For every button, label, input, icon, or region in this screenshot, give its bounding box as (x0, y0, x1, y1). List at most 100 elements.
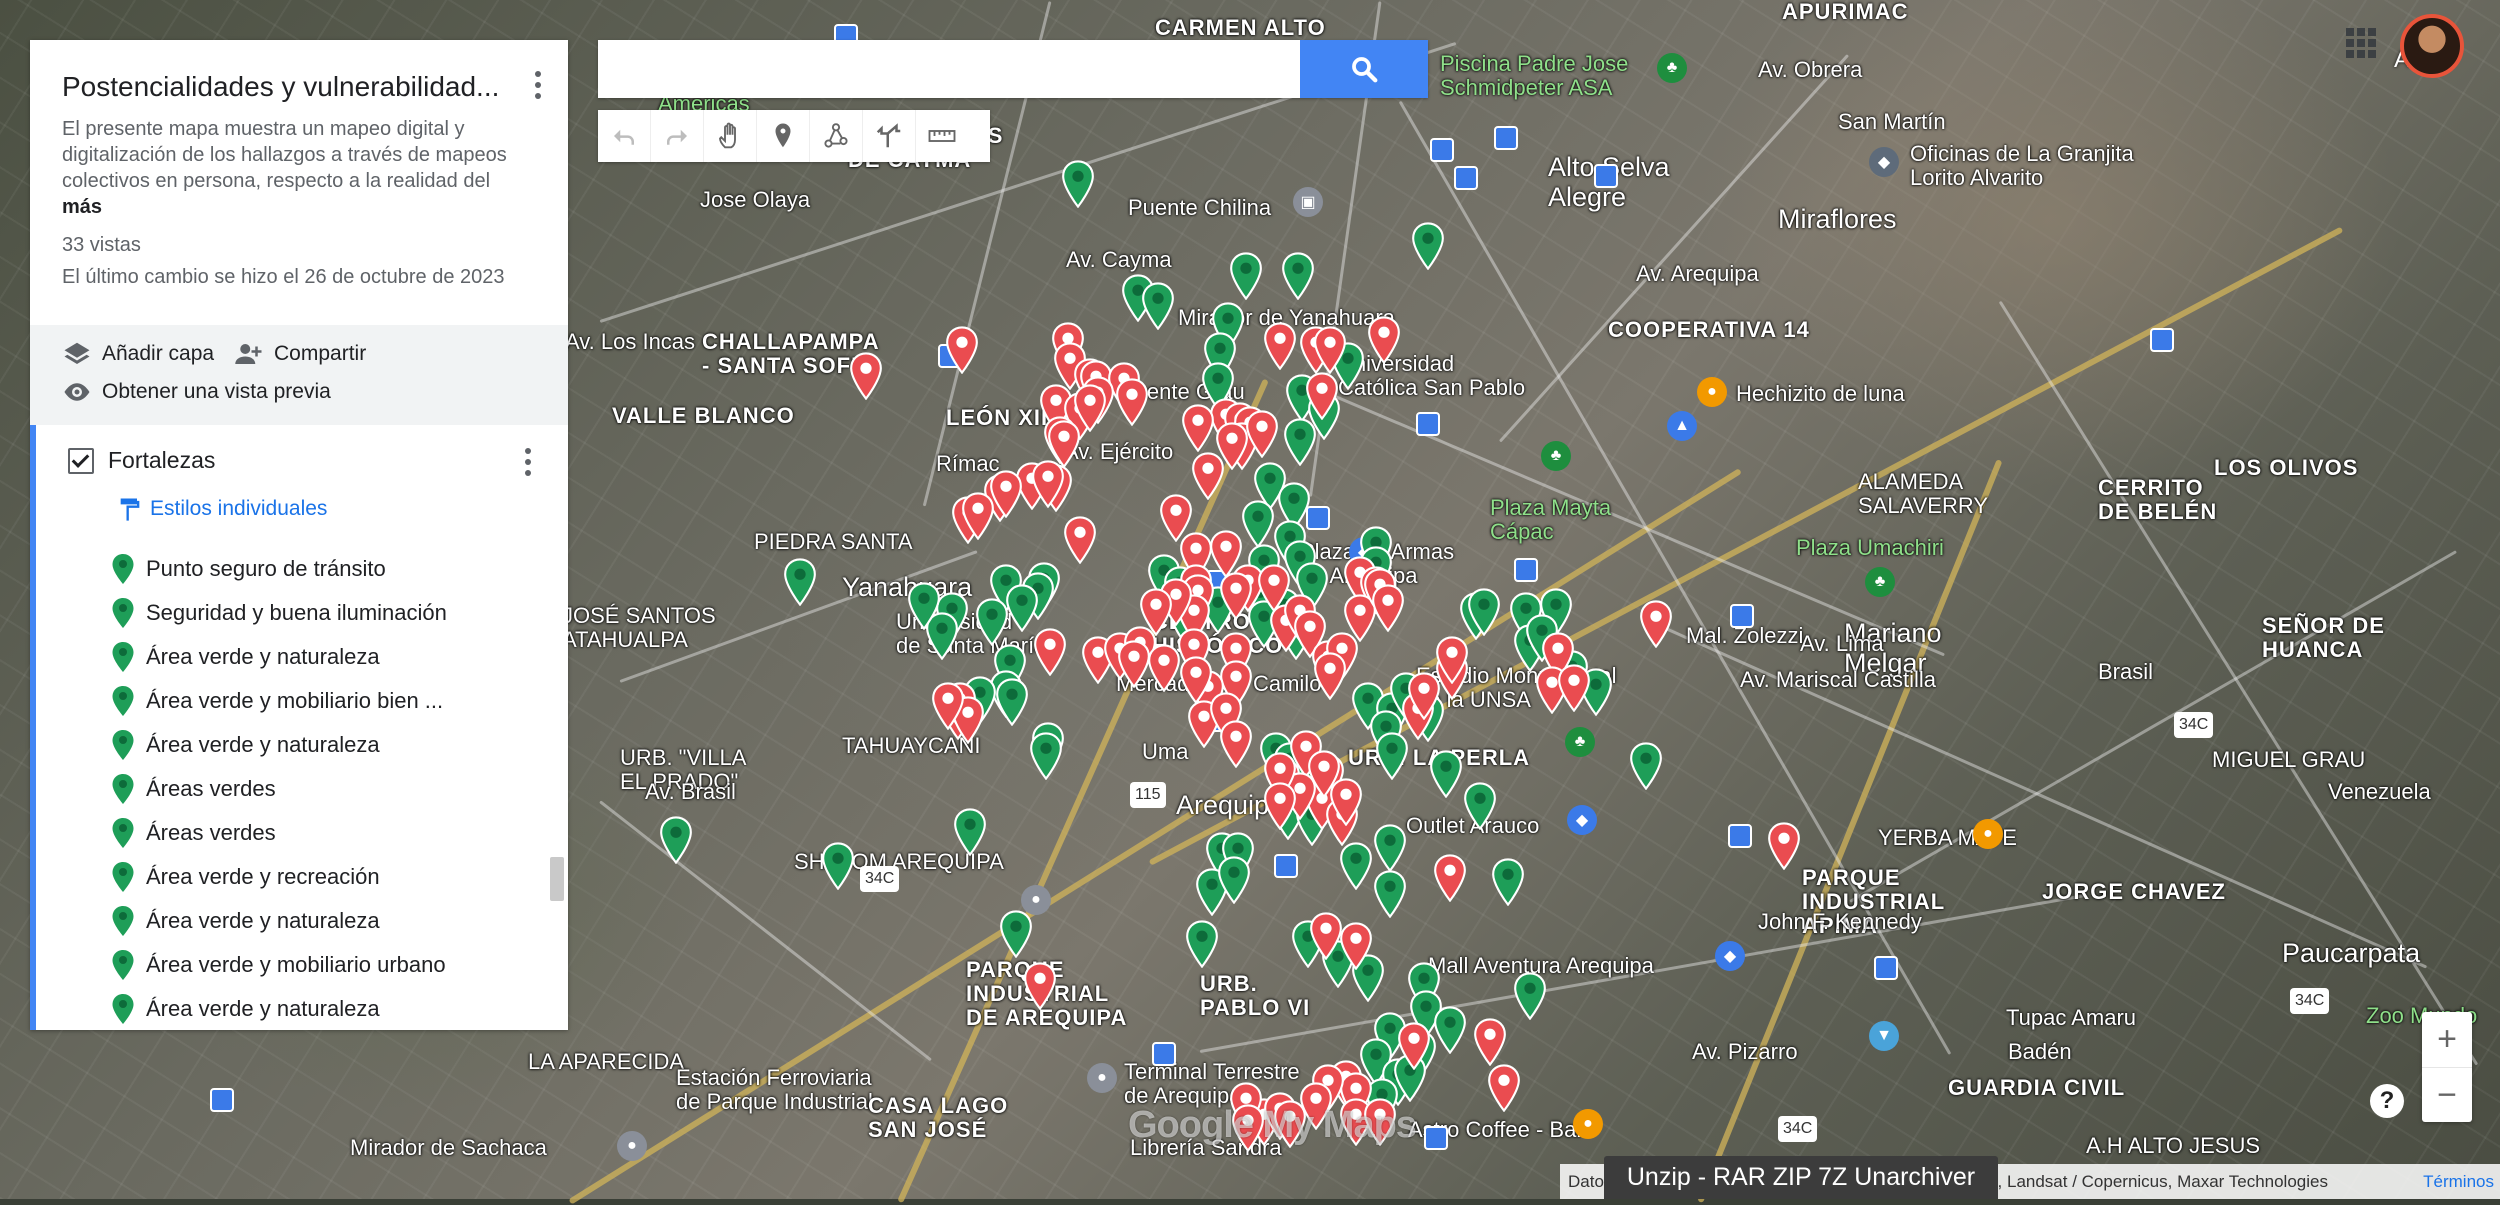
directions-button[interactable] (863, 110, 916, 162)
vulnerability-marker[interactable] (945, 326, 979, 374)
map-poi-icon[interactable]: ♣ (1657, 53, 1687, 83)
strength-marker[interactable] (1005, 584, 1039, 632)
vulnerability-marker[interactable] (1245, 410, 1279, 458)
map-poi-icon[interactable]: ▼ (1869, 1021, 1899, 1051)
layer-feature-item[interactable]: Área verde y naturaleza (110, 635, 447, 679)
vulnerability-marker[interactable] (1063, 516, 1097, 564)
layer-feature-item[interactable]: Área verde y mobiliario urbano (110, 943, 447, 987)
strength-marker[interactable] (907, 582, 941, 630)
measure-button[interactable] (916, 110, 968, 162)
layer-feature-item[interactable]: Seguridad y buena iluminación (110, 591, 447, 635)
map-poi-icon[interactable]: ● (1087, 1063, 1117, 1093)
layer-name[interactable]: Fortalezas (108, 447, 215, 474)
pan-hand-button[interactable] (704, 110, 757, 162)
vulnerability-marker[interactable] (931, 682, 965, 730)
layer-feature-item[interactable]: Punto seguro de tránsito (110, 547, 447, 591)
layer-feature-item[interactable]: Área verde y mobiliario bien ... (110, 679, 447, 723)
map-poi-icon[interactable]: ◆ (1715, 941, 1745, 971)
vulnerability-marker[interactable] (1191, 452, 1225, 500)
vulnerability-marker[interactable] (1639, 600, 1673, 648)
vulnerability-marker[interactable] (1371, 584, 1405, 632)
layer-feature-item[interactable]: Área verde y naturaleza (110, 987, 447, 1030)
zoom-in-button[interactable]: + (2422, 1012, 2472, 1068)
vulnerability-marker[interactable] (1305, 372, 1339, 420)
strength-marker[interactable] (1061, 160, 1095, 208)
strength-marker[interactable] (1241, 500, 1275, 548)
vulnerability-marker[interactable] (1397, 1022, 1431, 1070)
vulnerability-marker[interactable] (1407, 672, 1441, 720)
strength-marker[interactable] (1491, 858, 1525, 906)
vulnerability-marker[interactable] (1179, 656, 1213, 704)
help-button[interactable]: ? (2370, 1084, 2404, 1118)
vulnerability-marker[interactable] (1313, 326, 1347, 374)
add-layer-button[interactable]: Añadir capa (62, 339, 214, 369)
strength-marker[interactable] (1217, 856, 1251, 904)
strength-marker[interactable] (1141, 282, 1175, 330)
read-more-link[interactable]: más (62, 194, 542, 220)
layer-feature-item[interactable]: Áreas verdes (110, 767, 447, 811)
vulnerability-marker[interactable] (1367, 316, 1401, 364)
layer-feature-item[interactable]: Área verde y naturaleza (110, 899, 447, 943)
vulnerability-marker[interactable] (1115, 378, 1149, 426)
strength-marker[interactable] (1433, 1006, 1467, 1054)
strength-marker[interactable] (1029, 732, 1063, 780)
vulnerability-marker[interactable] (1023, 962, 1057, 1010)
vulnerability-marker[interactable] (1557, 664, 1591, 712)
map-poi-icon[interactable]: ♣ (1565, 727, 1595, 757)
strength-marker[interactable] (821, 842, 855, 890)
layer-feature-item[interactable]: Área verde y recreación (110, 855, 447, 899)
strength-marker[interactable] (659, 816, 693, 864)
vulnerability-marker[interactable] (1433, 854, 1467, 902)
strength-marker[interactable] (783, 558, 817, 606)
vulnerability-marker[interactable] (1219, 720, 1253, 768)
vulnerability-marker[interactable] (1073, 384, 1107, 432)
map-poi-icon[interactable]: ● (1697, 377, 1727, 407)
undo-button[interactable] (598, 110, 651, 162)
strength-marker[interactable] (1229, 252, 1263, 300)
map-options-menu-icon[interactable] (526, 68, 550, 102)
strength-marker[interactable] (995, 678, 1029, 726)
zoom-out-button[interactable]: − (2422, 1068, 2472, 1123)
strength-marker[interactable] (1463, 782, 1497, 830)
map-poi-icon[interactable]: ◆ (1567, 805, 1597, 835)
layer-options-menu-icon[interactable] (516, 445, 540, 479)
strength-marker[interactable] (1373, 824, 1407, 872)
share-button[interactable]: Compartir (234, 339, 366, 369)
extension-toast[interactable]: Unzip - RAR ZIP 7Z Unarchiver (1604, 1156, 1998, 1199)
map-poi-icon[interactable]: ♣ (1865, 567, 1895, 597)
vulnerability-marker[interactable] (1473, 1018, 1507, 1066)
vulnerability-marker[interactable] (849, 352, 883, 400)
apps-grid-icon[interactable] (2346, 28, 2376, 58)
user-avatar[interactable] (2400, 14, 2464, 78)
vulnerability-marker[interactable] (1263, 322, 1297, 370)
strength-marker[interactable] (1373, 870, 1407, 918)
vulnerability-marker[interactable] (1219, 572, 1253, 620)
map-poi-icon[interactable]: ▲ (1667, 411, 1697, 441)
vulnerability-marker[interactable] (1033, 628, 1067, 676)
vulnerability-marker[interactable] (1767, 822, 1801, 870)
vulnerability-marker[interactable] (1339, 922, 1373, 970)
map-title[interactable]: Postencialidades y vulnerabilidad... (62, 70, 512, 104)
strength-marker[interactable] (1283, 418, 1317, 466)
vulnerability-marker[interactable] (1309, 912, 1343, 960)
layer-visibility-checkbox[interactable] (68, 447, 94, 474)
strength-marker[interactable] (1185, 920, 1219, 968)
vulnerability-marker[interactable] (961, 492, 995, 540)
map-poi-icon[interactable]: ▣ (1293, 187, 1323, 217)
map-poi-icon[interactable]: ● (1973, 819, 2003, 849)
redo-button[interactable] (651, 110, 704, 162)
terms-link[interactable]: Términos (2423, 1172, 2494, 1192)
vulnerability-marker[interactable] (1147, 644, 1181, 692)
map-poi-icon[interactable]: ◆ (1869, 147, 1899, 177)
strength-marker[interactable] (1281, 252, 1315, 300)
map-poi-icon[interactable]: ● (617, 1131, 647, 1161)
strength-marker[interactable] (1339, 842, 1373, 890)
strength-marker[interactable] (1629, 742, 1663, 790)
vulnerability-marker[interactable] (1487, 1064, 1521, 1112)
map-poi-icon[interactable]: ♣ (1541, 441, 1571, 471)
strength-marker[interactable] (1513, 972, 1547, 1020)
add-marker-button[interactable] (757, 110, 810, 162)
map-poi-icon[interactable]: ● (1573, 1109, 1603, 1139)
preview-button[interactable]: Obtener una vista previa (62, 377, 331, 407)
vulnerability-marker[interactable] (1181, 404, 1215, 452)
